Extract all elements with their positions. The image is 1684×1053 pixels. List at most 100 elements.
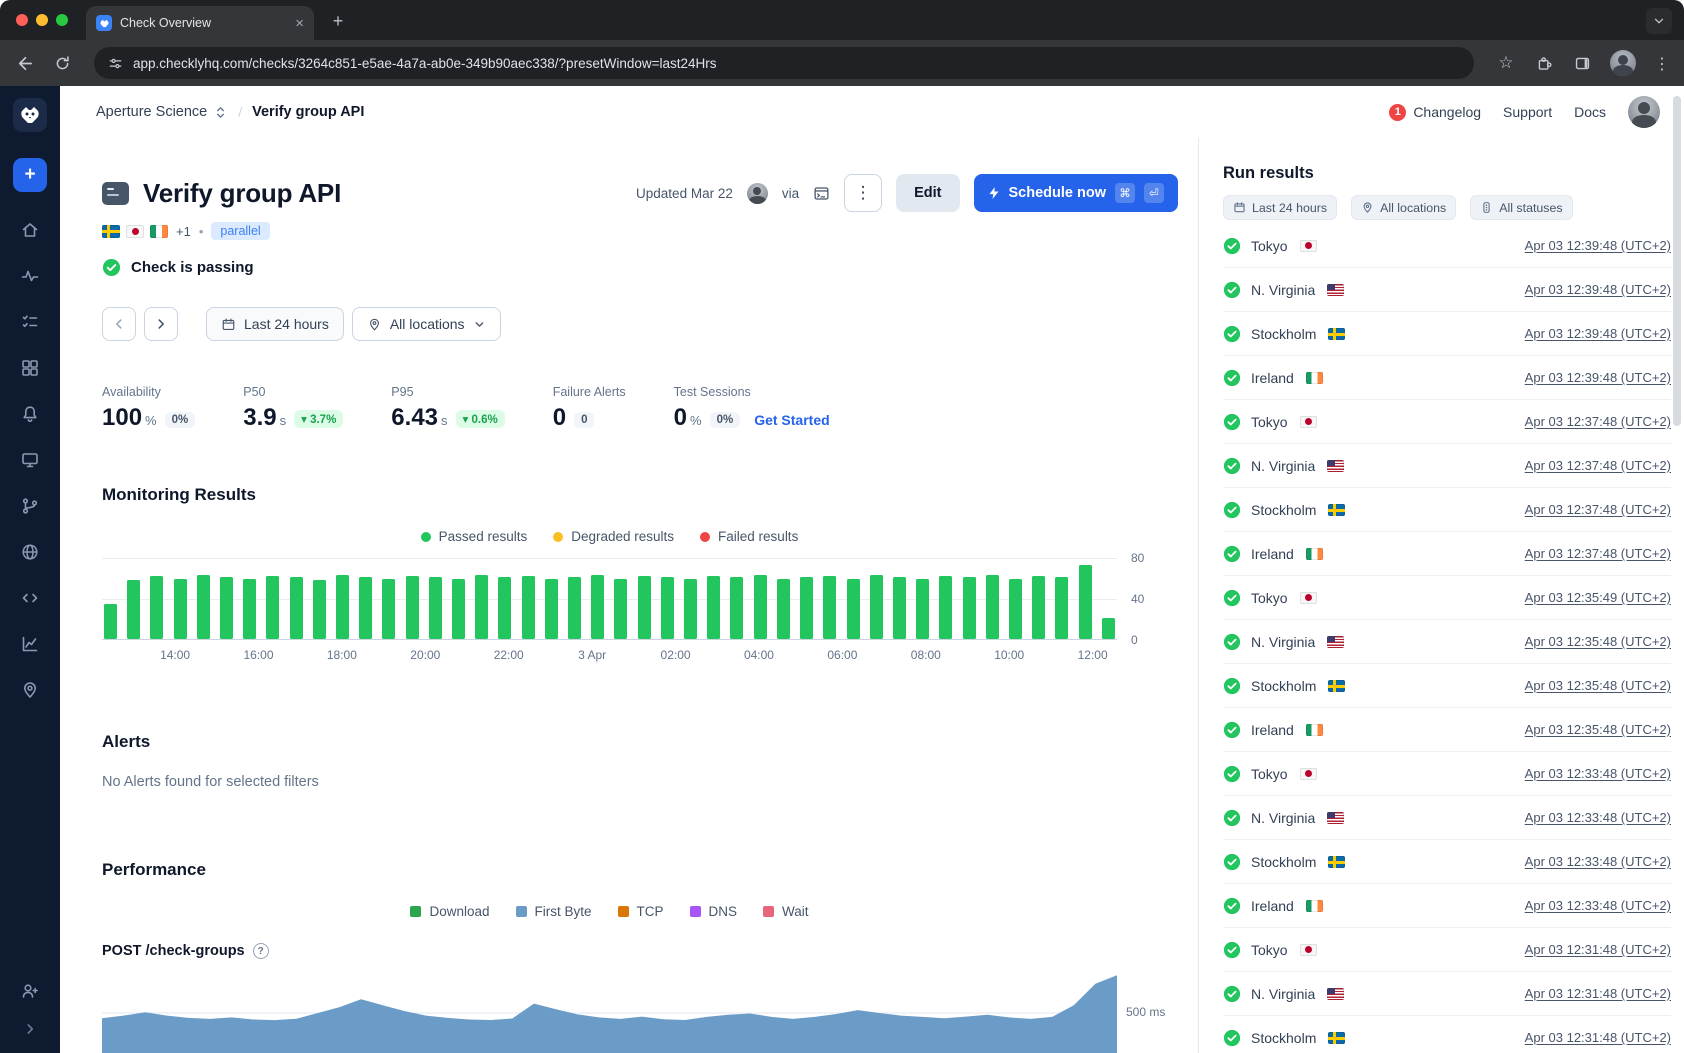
browser-menu-kebab-icon[interactable]: ⋮ <box>1654 54 1670 73</box>
result-bar[interactable] <box>986 575 999 639</box>
create-new-button[interactable]: + <box>13 158 47 192</box>
close-window-button[interactable] <box>16 14 28 26</box>
result-bar[interactable] <box>1102 618 1115 639</box>
run-timestamp-link[interactable]: Apr 03 12:31:48 (UTC+2) <box>1525 942 1671 957</box>
result-bar[interactable] <box>823 576 836 639</box>
result-bar[interactable] <box>1032 576 1045 639</box>
sidebar-item-analytics[interactable] <box>20 634 40 654</box>
edit-button[interactable]: Edit <box>896 174 959 212</box>
result-bar[interactable] <box>336 575 349 639</box>
run-result-row[interactable]: IrelandApr 03 12:37:48 (UTC+2) <box>1223 532 1671 576</box>
result-bar[interactable] <box>406 576 419 639</box>
user-avatar[interactable] <box>1628 96 1660 128</box>
result-bar[interactable] <box>359 577 372 639</box>
schedule-now-button[interactable]: Schedule now ⌘ ⏎ <box>974 174 1179 212</box>
result-bar[interactable] <box>707 576 720 639</box>
result-bar[interactable] <box>684 579 697 639</box>
sidebar-item-dashboards[interactable] <box>20 358 40 378</box>
changelog-link[interactable]: 1 Changelog <box>1389 104 1481 121</box>
extensions-icon[interactable] <box>1534 53 1554 73</box>
result-bar[interactable] <box>1079 565 1092 639</box>
tab-close-icon[interactable]: × <box>295 16 304 31</box>
run-timestamp-link[interactable]: Apr 03 12:33:48 (UTC+2) <box>1525 898 1671 913</box>
result-bar[interactable] <box>777 579 790 639</box>
run-result-row[interactable]: N. VirginiaApr 03 12:37:48 (UTC+2) <box>1223 444 1671 488</box>
result-bar[interactable] <box>313 580 326 639</box>
side-panel-icon[interactable] <box>1572 53 1592 73</box>
result-bar[interactable] <box>174 579 187 639</box>
account-selector-icon[interactable] <box>213 105 228 120</box>
result-bar[interactable] <box>661 577 674 639</box>
run-result-row[interactable]: StockholmApr 03 12:35:48 (UTC+2) <box>1223 664 1671 708</box>
run-result-row[interactable]: StockholmApr 03 12:39:48 (UTC+2) <box>1223 312 1671 356</box>
previous-window-button[interactable] <box>102 307 136 341</box>
result-bar[interactable] <box>614 579 627 639</box>
legend-item[interactable]: TCP <box>618 904 664 919</box>
result-bar[interactable] <box>150 576 163 639</box>
result-bar[interactable] <box>1055 577 1068 639</box>
result-bar[interactable] <box>1009 579 1022 639</box>
run-timestamp-link[interactable]: Apr 03 12:31:48 (UTC+2) <box>1525 986 1671 1001</box>
result-bar[interactable] <box>916 579 929 639</box>
result-bar[interactable] <box>800 577 813 639</box>
run-timestamp-link[interactable]: Apr 03 12:31:48 (UTC+2) <box>1525 1030 1671 1045</box>
sidebar-item-checks[interactable] <box>20 266 40 286</box>
legend-item[interactable]: Degraded results <box>553 529 674 544</box>
support-link[interactable]: Support <box>1503 104 1552 120</box>
get-started-link[interactable]: Get Started <box>754 412 829 428</box>
page-scrollbar[interactable] <box>1673 96 1681 426</box>
sidebar-item-status-pages[interactable] <box>20 450 40 470</box>
legend-item[interactable]: Passed results <box>421 529 528 544</box>
result-bar[interactable] <box>382 579 395 639</box>
result-bar[interactable] <box>545 579 558 639</box>
result-bar[interactable] <box>475 575 488 639</box>
run-filter-statuses[interactable]: All statuses <box>1470 195 1572 220</box>
url-bar[interactable]: app.checklyhq.com/checks/3264c851-e5ae-4… <box>94 47 1474 79</box>
sidebar-item-home[interactable] <box>20 220 40 240</box>
run-timestamp-link[interactable]: Apr 03 12:37:48 (UTC+2) <box>1525 458 1671 473</box>
run-result-row[interactable]: StockholmApr 03 12:31:48 (UTC+2) <box>1223 1016 1671 1053</box>
run-timestamp-link[interactable]: Apr 03 12:35:48 (UTC+2) <box>1525 678 1671 693</box>
result-bar[interactable] <box>939 576 952 639</box>
breadcrumb-account[interactable]: Aperture Science <box>96 104 207 120</box>
result-bar[interactable] <box>591 575 604 639</box>
legend-item[interactable]: Wait <box>763 904 809 919</box>
sidebar-item-alerts[interactable] <box>20 404 40 424</box>
run-result-row[interactable]: N. VirginiaApr 03 12:33:48 (UTC+2) <box>1223 796 1671 840</box>
run-result-row[interactable]: TokyoApr 03 12:37:48 (UTC+2) <box>1223 400 1671 444</box>
run-timestamp-link[interactable]: Apr 03 12:37:48 (UTC+2) <box>1525 546 1671 561</box>
time-range-filter[interactable]: Last 24 hours <box>206 307 344 341</box>
checkly-logo[interactable] <box>13 98 47 132</box>
run-timestamp-link[interactable]: Apr 03 12:35:48 (UTC+2) <box>1525 634 1671 649</box>
docs-link[interactable]: Docs <box>1574 104 1606 120</box>
run-timestamp-link[interactable]: Apr 03 12:33:48 (UTC+2) <box>1525 766 1671 781</box>
maximize-window-button[interactable] <box>56 14 68 26</box>
run-result-row[interactable]: N. VirginiaApr 03 12:31:48 (UTC+2) <box>1223 972 1671 1016</box>
run-result-row[interactable]: N. VirginiaApr 03 12:39:48 (UTC+2) <box>1223 268 1671 312</box>
run-timestamp-link[interactable]: Apr 03 12:33:48 (UTC+2) <box>1525 854 1671 869</box>
sidebar-item-test-sessions[interactable] <box>20 312 40 332</box>
bookmark-star-icon[interactable]: ☆ <box>1496 53 1516 73</box>
sidebar-item-locations[interactable] <box>20 680 40 700</box>
run-timestamp-link[interactable]: Apr 03 12:39:48 (UTC+2) <box>1525 238 1671 253</box>
result-bar[interactable] <box>522 576 535 639</box>
new-tab-button[interactable]: + <box>326 9 350 33</box>
result-bar[interactable] <box>429 577 442 639</box>
result-bar[interactable] <box>104 604 117 639</box>
run-result-row[interactable]: TokyoApr 03 12:33:48 (UTC+2) <box>1223 752 1671 796</box>
sidebar-item-private-locations[interactable] <box>20 542 40 562</box>
result-bar[interactable] <box>638 576 651 639</box>
run-result-row[interactable]: IrelandApr 03 12:35:48 (UTC+2) <box>1223 708 1671 752</box>
run-filter-time[interactable]: Last 24 hours <box>1223 195 1337 220</box>
run-timestamp-link[interactable]: Apr 03 12:37:48 (UTC+2) <box>1525 414 1671 429</box>
result-bar[interactable] <box>290 577 303 639</box>
run-result-row[interactable]: IrelandApr 03 12:39:48 (UTC+2) <box>1223 356 1671 400</box>
result-bar[interactable] <box>963 577 976 639</box>
browser-tab[interactable]: Check Overview × <box>86 6 314 40</box>
run-result-row[interactable]: StockholmApr 03 12:37:48 (UTC+2) <box>1223 488 1671 532</box>
site-info-icon[interactable] <box>108 56 123 71</box>
result-bar[interactable] <box>754 575 767 639</box>
legend-item[interactable]: First Byte <box>516 904 592 919</box>
result-bar[interactable] <box>220 577 233 639</box>
legend-item[interactable]: Download <box>410 904 489 919</box>
